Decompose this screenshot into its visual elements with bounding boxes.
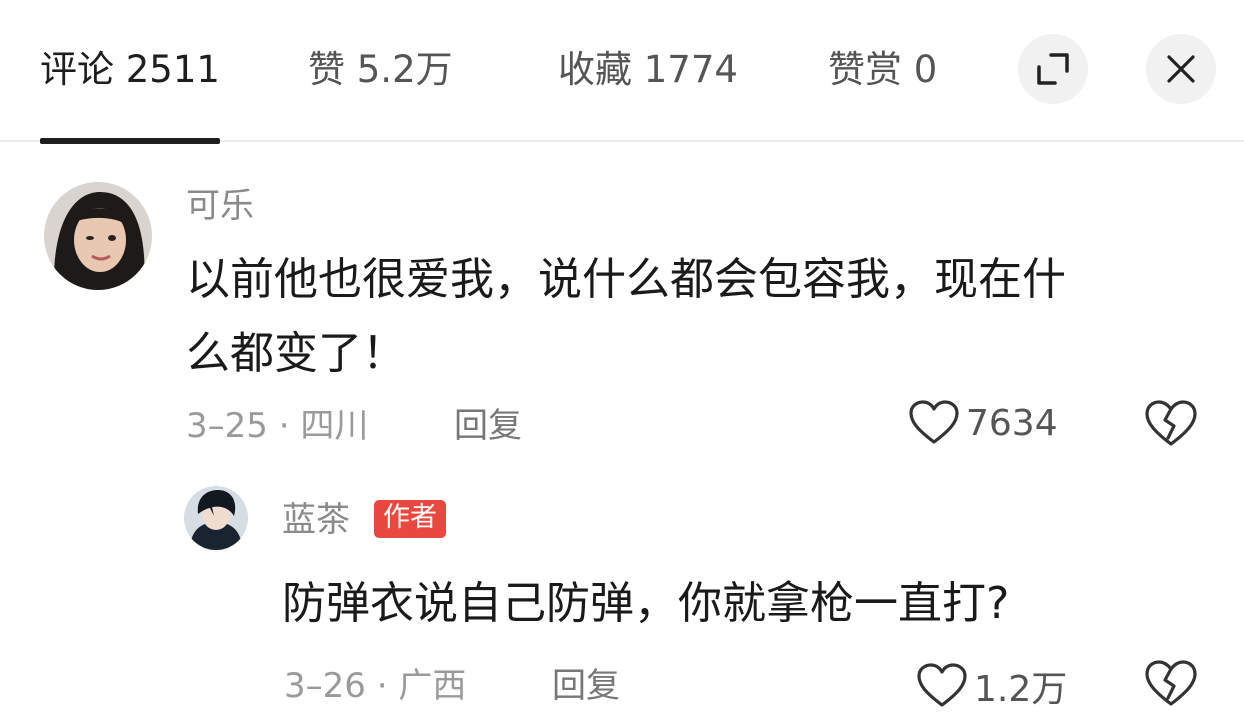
broken-heart-icon xyxy=(1145,660,1197,706)
comment-tab-bar: 评论 2511 赞 5.2万 收藏 1774 赞赏 0 xyxy=(0,0,1244,144)
reply-button[interactable]: 回复 xyxy=(552,664,620,708)
reply-username[interactable]: 蓝茶 xyxy=(282,498,350,542)
comment-text-line: 以前他也很爱我，说什么都会包容我，现在什 xyxy=(186,254,1066,305)
comment-text-line: 么都变了！ xyxy=(186,328,406,379)
author-badge: 作者 xyxy=(374,500,446,538)
dislike-button[interactable] xyxy=(1144,400,1198,452)
active-tab-indicator xyxy=(40,138,220,144)
like-button[interactable]: 7634 xyxy=(908,400,1058,446)
expand-icon xyxy=(1037,53,1069,85)
avatar[interactable] xyxy=(184,486,248,550)
close-icon xyxy=(1167,55,1195,83)
avatar[interactable] xyxy=(44,182,152,290)
tab-rewards[interactable]: 赞赏 0 xyxy=(828,44,937,96)
tab-likes[interactable]: 赞 5.2万 xyxy=(308,44,453,96)
broken-heart-icon xyxy=(1145,400,1197,446)
heart-icon xyxy=(917,663,967,707)
comment-date-location: 3–25 · 四川 xyxy=(186,406,369,446)
like-button[interactable]: 1.2万 xyxy=(916,660,1067,712)
comment-username[interactable]: 可乐 xyxy=(186,184,254,228)
like-count: 1.2万 xyxy=(974,669,1068,710)
reply-text: 防弹衣说自己防弹，你就拿枪一直打? xyxy=(282,578,1010,629)
close-button[interactable] xyxy=(1146,34,1216,104)
expand-button[interactable] xyxy=(1018,34,1088,104)
dislike-button[interactable] xyxy=(1144,660,1198,712)
reply-button[interactable]: 回复 xyxy=(454,404,522,448)
like-count: 7634 xyxy=(966,402,1058,444)
reply-date-location: 3–26 · 广西 xyxy=(284,666,467,706)
heart-icon xyxy=(909,400,959,444)
tab-comments[interactable]: 评论 2511 xyxy=(40,44,220,96)
tab-favorites[interactable]: 收藏 1774 xyxy=(558,44,738,96)
